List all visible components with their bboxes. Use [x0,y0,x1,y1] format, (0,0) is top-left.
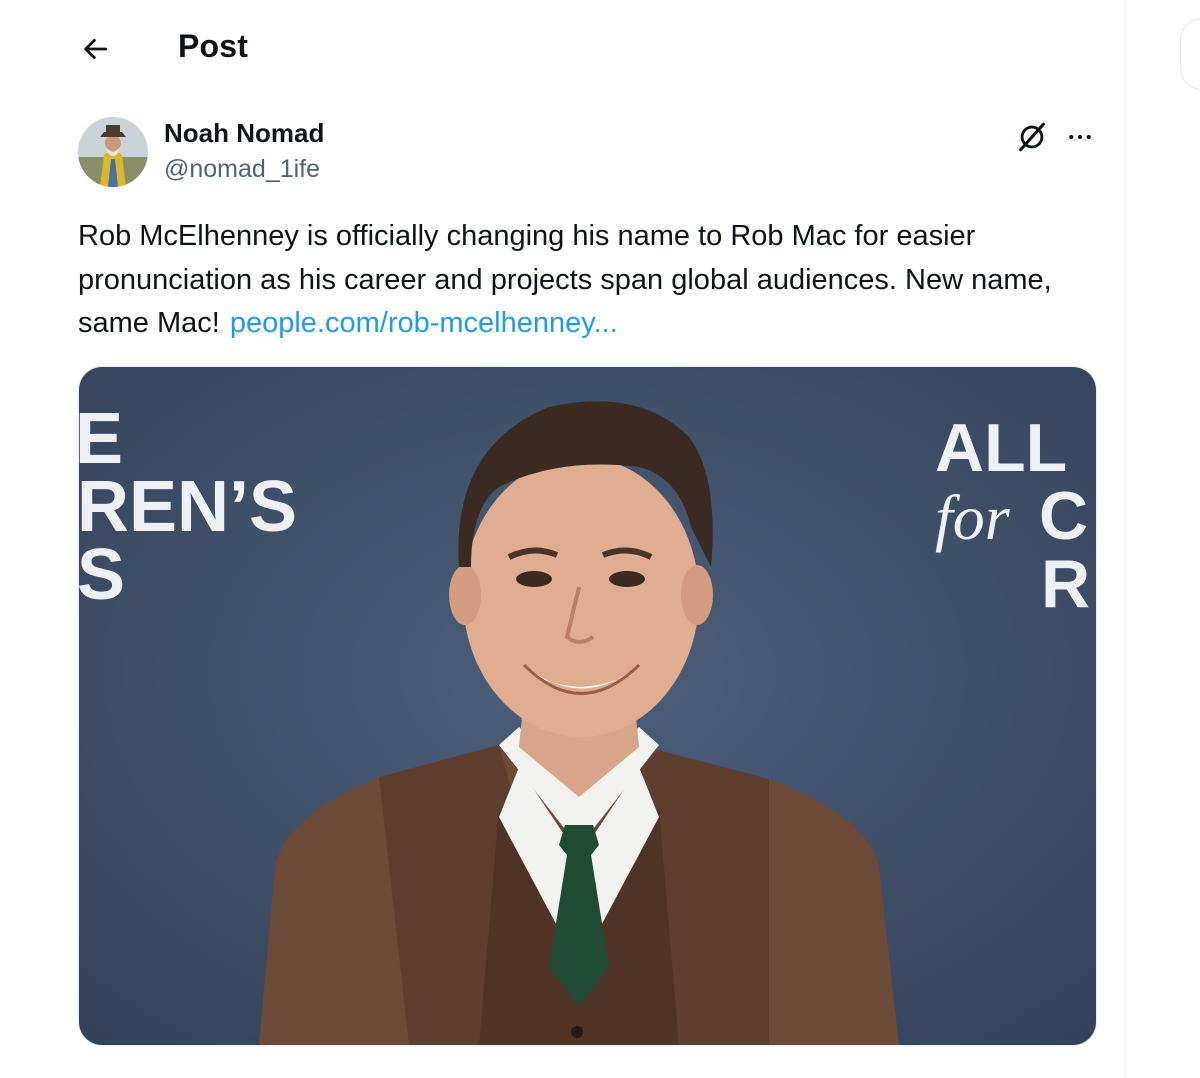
post-media[interactable]: E REN’S ’S ALL for C R [78,366,1097,1046]
backdrop-text-right-2: for [935,482,1011,553]
column-divider [1125,0,1126,1078]
backdrop-text-right-3: C [1039,478,1088,554]
author-display-name[interactable]: Noah Nomad [164,118,324,149]
avatar[interactable] [78,117,148,187]
backdrop-text-left-3: ’S [79,535,125,615]
page-header: Post [0,0,1125,95]
more-button[interactable] [1058,117,1102,157]
media-image: E REN’S ’S ALL for C R [79,367,1096,1045]
page-title: Post [178,28,249,64]
backdrop-text-right-1: ALL [935,410,1067,486]
post-page: Post Noah Nomad @nomad_1ife Rob McElhenn… [0,0,1200,1078]
more-icon [1069,134,1091,140]
back-button[interactable] [72,26,118,72]
post-link[interactable]: people.com/rob-mcelhenney... [230,307,618,339]
sidebar-search-edge[interactable] [1180,18,1200,90]
avatar-image [78,117,148,187]
grok-button[interactable] [1010,117,1054,157]
post-text: Rob McElhenney is officially changing hi… [78,215,1098,346]
arrow-left-icon [84,38,108,60]
backdrop-text-right-4: R [1041,546,1090,622]
author-handle[interactable]: @nomad_1ife [164,155,320,184]
grok-icon [1019,122,1045,152]
